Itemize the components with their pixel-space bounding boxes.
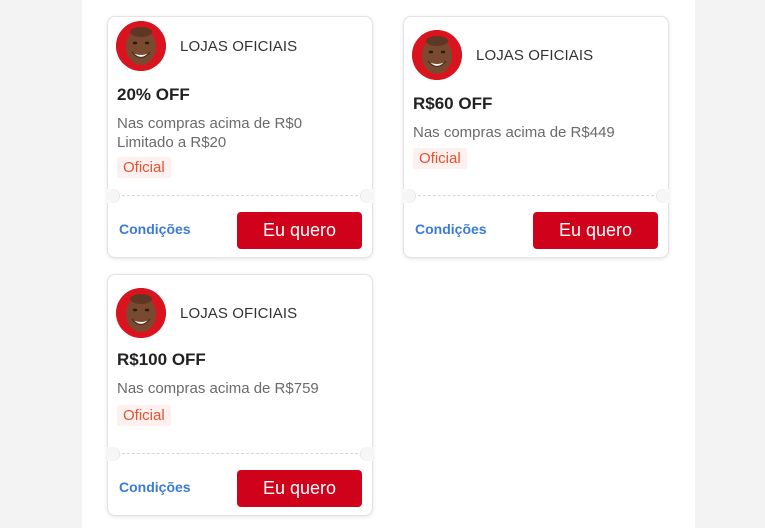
store-name: LOJAS OFICIAIS	[180, 38, 298, 55]
coupon-card: LOJAS OFICIAIS R$60 OFF Nas compras acim…	[403, 16, 669, 258]
store-name: LOJAS OFICIAIS	[180, 305, 298, 322]
ticket-notch	[403, 189, 416, 203]
minimum-purchase: Nas compras acima de R$759	[117, 380, 319, 397]
conditions-link[interactable]: Condições	[119, 479, 191, 495]
ticket-notch	[360, 447, 373, 461]
official-badge: Oficial	[117, 157, 171, 178]
discount-limit: Limitado a R$20	[117, 134, 227, 151]
coupon-card: LOJAS OFICIAIS 20% OFF Nas compras acima…	[107, 16, 373, 258]
store-avatar	[116, 288, 166, 338]
purchase-condition: Nas compras acima de R$0 Limitado a R$20	[117, 114, 302, 152]
discount-amount: R$100 OFF	[117, 350, 206, 369]
store-avatar	[412, 30, 462, 80]
ticket-divider	[122, 453, 358, 454]
conditions-link[interactable]: Condições	[415, 221, 487, 237]
ticket-notch	[107, 447, 120, 461]
coupon-panel: LOJAS OFICIAIS 20% OFF Nas compras acima…	[82, 0, 695, 528]
minimum-purchase: Nas compras acima de R$449	[413, 124, 615, 141]
conditions-link[interactable]: Condições	[119, 221, 191, 237]
official-badge: Oficial	[117, 405, 171, 426]
purchase-condition: Nas compras acima de R$759	[117, 379, 319, 398]
discount-amount: R$60 OFF	[413, 94, 493, 113]
purchase-condition: Nas compras acima de R$449	[413, 123, 615, 142]
minimum-purchase: Nas compras acima de R$0	[117, 115, 303, 132]
ticket-notch	[107, 189, 120, 203]
discount-amount: 20% OFF	[117, 85, 190, 104]
ticket-divider	[418, 195, 654, 196]
ticket-notch	[360, 189, 373, 203]
claim-coupon-button[interactable]: Eu quero	[237, 212, 362, 249]
ticket-notch	[656, 189, 669, 203]
ticket-divider	[122, 195, 358, 196]
official-badge: Oficial	[413, 148, 467, 169]
store-avatar	[116, 21, 166, 71]
coupon-card: LOJAS OFICIAIS R$100 OFF Nas compras aci…	[107, 274, 373, 516]
claim-coupon-button[interactable]: Eu quero	[237, 470, 362, 507]
claim-coupon-button[interactable]: Eu quero	[533, 212, 658, 249]
store-name: LOJAS OFICIAIS	[476, 47, 594, 64]
